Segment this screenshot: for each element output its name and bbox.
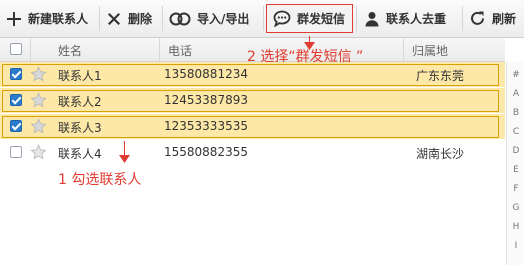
contact-name: 联系人4 — [58, 147, 102, 161]
alpha-index-item[interactable]: A — [507, 89, 524, 99]
table-row[interactable]: 联系人2 12453387893 — [0, 88, 505, 113]
alphabet-index: # A B C D E F G H I — [506, 62, 524, 265]
alpha-index-item[interactable]: F — [507, 184, 524, 194]
toolbar-separator — [162, 6, 163, 31]
alpha-index-item[interactable]: D — [507, 146, 524, 156]
import-export-button[interactable]: 导入/导出 — [169, 4, 249, 33]
person-icon — [365, 11, 379, 26]
row-checkbox[interactable] — [10, 120, 22, 132]
star-icon[interactable] — [30, 66, 47, 83]
star-icon[interactable] — [30, 118, 47, 135]
refresh-button[interactable]: 刷新 — [469, 4, 516, 33]
annotation-step-1: 1 勾选联系人 — [58, 172, 142, 188]
import-export-label: 导入/导出 — [197, 12, 250, 26]
header-divider — [30, 38, 31, 61]
plus-icon — [7, 11, 21, 26]
contact-phone: 12353333535 — [164, 119, 248, 133]
dedupe-contacts-button[interactable]: 联系人去重 — [364, 4, 446, 33]
annotation-arrow-line — [124, 141, 125, 156]
row-checkbox[interactable] — [10, 68, 22, 80]
refresh-icon — [471, 11, 484, 25]
sync-circles-icon — [169, 12, 191, 25]
alpha-index-item[interactable]: B — [507, 108, 524, 118]
delete-button[interactable]: 删除 — [106, 4, 152, 33]
dedupe-contacts-label: 联系人去重 — [386, 12, 447, 26]
group-sms-label: 群发短信 — [297, 12, 346, 26]
arrow-down-icon — [119, 155, 130, 163]
star-icon[interactable] — [30, 92, 47, 109]
new-contact-label: 新建联系人 — [28, 12, 89, 26]
alpha-index-item[interactable]: C — [507, 127, 524, 137]
toolbar-separator — [263, 6, 264, 31]
alpha-index-item[interactable]: E — [507, 165, 524, 175]
contact-name: 联系人1 — [58, 69, 102, 83]
toolbar: 新建联系人 删除 导入/导出 群发短信 联系人去重 刷新 — [0, 0, 524, 38]
close-icon — [108, 12, 120, 25]
header-divider — [403, 38, 404, 61]
header-name[interactable]: 姓名 — [58, 42, 82, 59]
table-row[interactable]: 联系人4 15580882355 湖南长沙 — [0, 140, 505, 165]
header-phone[interactable]: 电话 — [168, 42, 192, 59]
contact-name: 联系人3 — [58, 121, 102, 135]
contact-name: 联系人2 — [58, 95, 102, 109]
star-icon[interactable] — [30, 144, 47, 161]
contact-location: 湖南长沙 — [416, 147, 465, 161]
contact-phone: 12453387893 — [164, 93, 248, 107]
toolbar-separator — [462, 6, 463, 31]
row-checkbox[interactable] — [10, 94, 22, 106]
header-location[interactable]: 归属地 — [412, 42, 448, 59]
contact-location: 广东东莞 — [416, 69, 465, 83]
refresh-label: 刷新 — [492, 12, 517, 26]
chat-bubble-icon — [273, 10, 291, 27]
group-sms-button[interactable]: 群发短信 — [266, 4, 353, 33]
annotation-step-2: 2 选择“群发短信 ” — [247, 49, 364, 65]
alpha-index-item[interactable]: # — [507, 70, 524, 80]
contact-phone: 15580882355 — [164, 145, 248, 159]
contact-phone: 13580881234 — [164, 67, 248, 81]
toolbar-separator — [356, 6, 357, 31]
table-row[interactable]: 联系人3 12353333535 — [0, 114, 505, 139]
alpha-index-item[interactable]: I — [507, 241, 524, 251]
new-contact-button[interactable]: 新建联系人 — [6, 4, 88, 33]
header-divider — [159, 38, 160, 61]
alpha-index-item[interactable]: G — [507, 203, 524, 213]
row-checkbox[interactable] — [10, 146, 22, 158]
select-all-checkbox[interactable] — [10, 43, 22, 55]
toolbar-separator — [99, 6, 100, 31]
alpha-index-item[interactable]: H — [507, 222, 524, 232]
delete-label: 删除 — [128, 12, 153, 26]
